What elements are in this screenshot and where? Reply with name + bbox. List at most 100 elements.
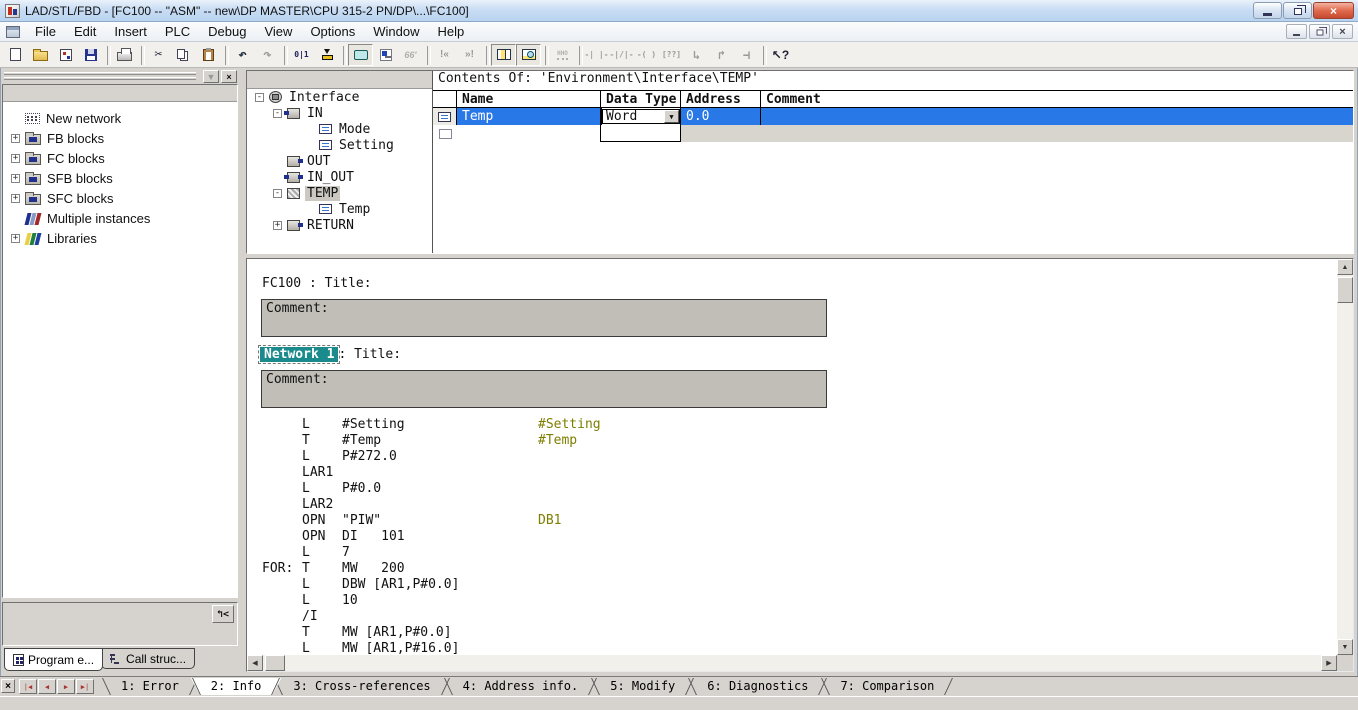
tab-address-info[interactable]: 4: Address info. (443, 678, 599, 695)
cut-button[interactable]: ✂ (146, 44, 171, 66)
interface-node-out[interactable]: OUT (247, 153, 432, 169)
menu-help[interactable]: Help (429, 22, 474, 41)
scroll-left-button[interactable]: ◀ (247, 655, 263, 671)
save-button[interactable] (78, 44, 103, 66)
menu-window[interactable]: Window (364, 22, 428, 41)
horizontal-scroll-thumb[interactable] (265, 655, 285, 671)
tab-info[interactable]: 2: Info (191, 678, 282, 695)
tab-comparison[interactable]: 7: Comparison (820, 678, 954, 695)
prev-message-button[interactable]: ◀ (38, 679, 56, 694)
interface-node-return[interactable]: + RETURN (247, 217, 432, 233)
block-title-line[interactable]: FC100 : Title: (262, 276, 1336, 291)
close-branch-button[interactable]: ↱ (709, 44, 734, 66)
paste-button[interactable] (196, 44, 221, 66)
interface-node-mode[interactable]: Mode (247, 121, 432, 137)
close-output-bar-button[interactable]: × (1, 679, 15, 693)
menu-edit[interactable]: Edit (65, 22, 105, 41)
close-button[interactable]: × (1313, 2, 1354, 19)
expander-icon[interactable]: + (11, 194, 20, 203)
document-icon[interactable] (6, 26, 20, 38)
detail-view-toggle-button[interactable] (516, 44, 541, 66)
code-line[interactable]: L P#272.0 (248, 449, 1336, 465)
interface-node-setting[interactable]: Setting (247, 137, 432, 153)
next-error-button[interactable]: »! (457, 44, 482, 66)
open-branch-button[interactable]: ↳ (684, 44, 709, 66)
menu-plc[interactable]: PLC (156, 22, 199, 41)
tab-error[interactable]: 1: Error (101, 678, 199, 695)
cell-address[interactable]: 0.0 (681, 108, 761, 125)
cell-name[interactable]: Temp (457, 108, 601, 125)
menu-file[interactable]: File (26, 22, 65, 41)
expander-icon[interactable]: - (273, 189, 282, 198)
column-header-comment[interactable]: Comment (761, 91, 1353, 108)
save-as-button[interactable] (53, 44, 78, 66)
code-line[interactable]: /I (248, 609, 1336, 625)
tab-program-elements[interactable]: Program e... (4, 648, 103, 671)
new-button[interactable] (3, 44, 28, 66)
code-editor[interactable]: FC100 : Title: Comment: Network 1: Title… (246, 258, 1354, 672)
vertical-scrollbar[interactable]: ▲ ▼ (1337, 259, 1353, 655)
empty-declaration-row[interactable] (433, 125, 1353, 142)
expander-icon[interactable]: - (255, 93, 264, 102)
menu-debug[interactable]: Debug (199, 22, 255, 41)
scroll-down-button[interactable]: ▼ (1337, 639, 1353, 655)
interface-node-in[interactable]: - IN (247, 105, 432, 121)
coil-button[interactable]: -( ) (634, 44, 659, 66)
code-line[interactable]: L #Setting #Setting (248, 417, 1336, 433)
expander-icon[interactable]: + (11, 154, 20, 163)
tree-item-sfb-blocks[interactable]: + SFB blocks (3, 168, 237, 188)
menu-options[interactable]: Options (301, 22, 364, 41)
help-pointer-button[interactable]: ↖? (768, 44, 793, 66)
code-line[interactable]: LAR2 (248, 497, 1336, 513)
interface-node-temp[interactable]: - TEMP (247, 185, 432, 201)
interface-node-in-out[interactable]: IN_OUT (247, 169, 432, 185)
data-type-dropdown[interactable]: Word ▼ (602, 109, 680, 124)
menu-insert[interactable]: Insert (105, 22, 156, 41)
empty-box-button[interactable]: [??] (659, 44, 684, 66)
cell-comment[interactable] (761, 108, 1353, 125)
last-message-button[interactable]: ▶| (76, 679, 94, 694)
mdi-restore-button[interactable] (1309, 24, 1330, 39)
code-line[interactable]: T MW [AR1,P#0.0] (248, 625, 1336, 641)
rung-end-button[interactable]: ⊣ (734, 44, 759, 66)
network-badge[interactable]: Network 1 (260, 347, 338, 362)
dock-close-button[interactable]: × (221, 70, 237, 83)
expander-icon[interactable]: + (11, 234, 20, 243)
scroll-right-button[interactable]: ▶ (1321, 655, 1337, 671)
previous-error-button[interactable]: !« (432, 44, 457, 66)
column-header-data-type[interactable]: Data Type (601, 91, 681, 108)
next-message-button[interactable]: ▶ (57, 679, 75, 694)
code-line[interactable]: T #Temp #Temp (248, 433, 1336, 449)
goto-location-button[interactable]: ↰< (212, 605, 234, 623)
print-button[interactable] (112, 44, 137, 66)
redo-button[interactable]: ↷ (255, 44, 280, 66)
dropdown-arrow-icon[interactable]: ▼ (664, 110, 679, 123)
expander-icon[interactable]: - (273, 109, 282, 118)
symbol-information-button[interactable]: 66' (398, 44, 423, 66)
expander-icon[interactable]: + (11, 174, 20, 183)
scroll-up-button[interactable]: ▲ (1337, 259, 1353, 275)
tab-cross-references[interactable]: 3: Cross-references (273, 678, 450, 695)
overview-toggle-button[interactable] (491, 44, 516, 66)
dock-menu-button[interactable]: ▼ (203, 70, 219, 83)
block-comment-box[interactable]: Comment: (261, 299, 827, 337)
column-header-name[interactable]: Name (457, 91, 601, 108)
code-line[interactable]: OPN DI 101 (248, 529, 1336, 545)
column-header-address[interactable]: Address (681, 91, 761, 108)
network-comment-box[interactable]: Comment: (261, 370, 827, 408)
tree-item-libraries[interactable]: + Libraries (3, 228, 237, 248)
tree-item-new-network[interactable]: New network (3, 108, 237, 128)
menu-view[interactable]: View (255, 22, 301, 41)
tree-item-multiple-instances[interactable]: Multiple instances (3, 208, 237, 228)
tab-diagnostics[interactable]: 6: Diagnostics (687, 678, 828, 695)
tree-item-fb-blocks[interactable]: + FB blocks (3, 128, 237, 148)
copy-button[interactable] (171, 44, 196, 66)
open-button[interactable] (28, 44, 53, 66)
code-line[interactable]: OPN "PIW" DB1 (248, 513, 1336, 529)
undo-button[interactable]: ↶ (230, 44, 255, 66)
code-line[interactable]: L MW [AR1,P#16.0] (248, 641, 1336, 654)
dock-grip[interactable]: ▼ × (2, 70, 238, 83)
expander-icon[interactable]: + (11, 134, 20, 143)
declaration-row-temp[interactable]: Temp Word ▼ 0.0 (433, 108, 1353, 125)
code-line[interactable]: L 7 (248, 545, 1336, 561)
